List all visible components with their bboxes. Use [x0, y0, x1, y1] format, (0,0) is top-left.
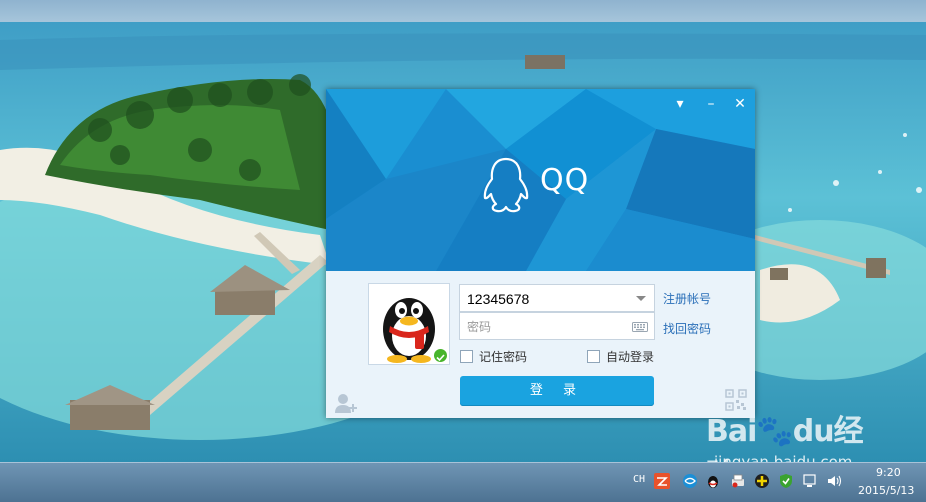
add-account-icon[interactable]: [334, 392, 358, 414]
remember-password-checkbox[interactable]: 记住密码: [460, 348, 527, 365]
online-status-icon: [433, 348, 448, 363]
qq-logo: QQ: [476, 155, 616, 215]
language-indicator[interactable]: CH: [633, 474, 645, 485]
input-method-icon[interactable]: [654, 473, 670, 489]
remember-password-box[interactable]: [460, 350, 473, 363]
menu-dropdown-icon[interactable]: ▾: [671, 95, 689, 113]
account-input[interactable]: [467, 289, 627, 308]
auto-login-label: 自动登录: [606, 350, 655, 364]
taskbar: CH 9:20 2015/5/13: [0, 462, 926, 502]
shield-icon[interactable]: [778, 473, 794, 489]
printer-icon[interactable]: [730, 473, 746, 489]
register-account-link[interactable]: 注册帐号: [663, 290, 711, 307]
volume-icon[interactable]: [826, 473, 842, 489]
qq-header-banner: ▾ – ✕ QQ: [326, 89, 755, 271]
penguin-logo-icon: [483, 157, 529, 213]
account-field[interactable]: [459, 284, 655, 312]
minimize-icon[interactable]: –: [702, 95, 720, 113]
password-input[interactable]: [467, 317, 627, 336]
network-icon[interactable]: [682, 473, 698, 489]
qq-login-window: ▾ – ✕ QQ 12345678 注册帐号 找回密码 记住密码 自动登录 登 …: [326, 89, 755, 418]
login-button[interactable]: 登 录: [460, 376, 654, 406]
recover-password-link[interactable]: 找回密码: [663, 320, 711, 337]
close-icon[interactable]: ✕: [731, 95, 749, 113]
clock-time[interactable]: 9:20: [876, 466, 901, 479]
app-logo-text: QQ: [540, 163, 590, 198]
auto-login-checkbox[interactable]: 自动登录: [587, 348, 654, 365]
qq-tray-icon[interactable]: [705, 473, 721, 489]
password-field[interactable]: [459, 312, 655, 340]
soft-keyboard-icon[interactable]: [632, 322, 648, 332]
plus-icon[interactable]: [754, 473, 770, 489]
auto-login-box[interactable]: [587, 350, 600, 363]
clock-date[interactable]: 2015/5/13: [858, 484, 914, 497]
action-center-icon[interactable]: [802, 473, 818, 489]
account-dropdown-icon[interactable]: [636, 296, 646, 301]
remember-password-label: 记住密码: [479, 350, 528, 364]
